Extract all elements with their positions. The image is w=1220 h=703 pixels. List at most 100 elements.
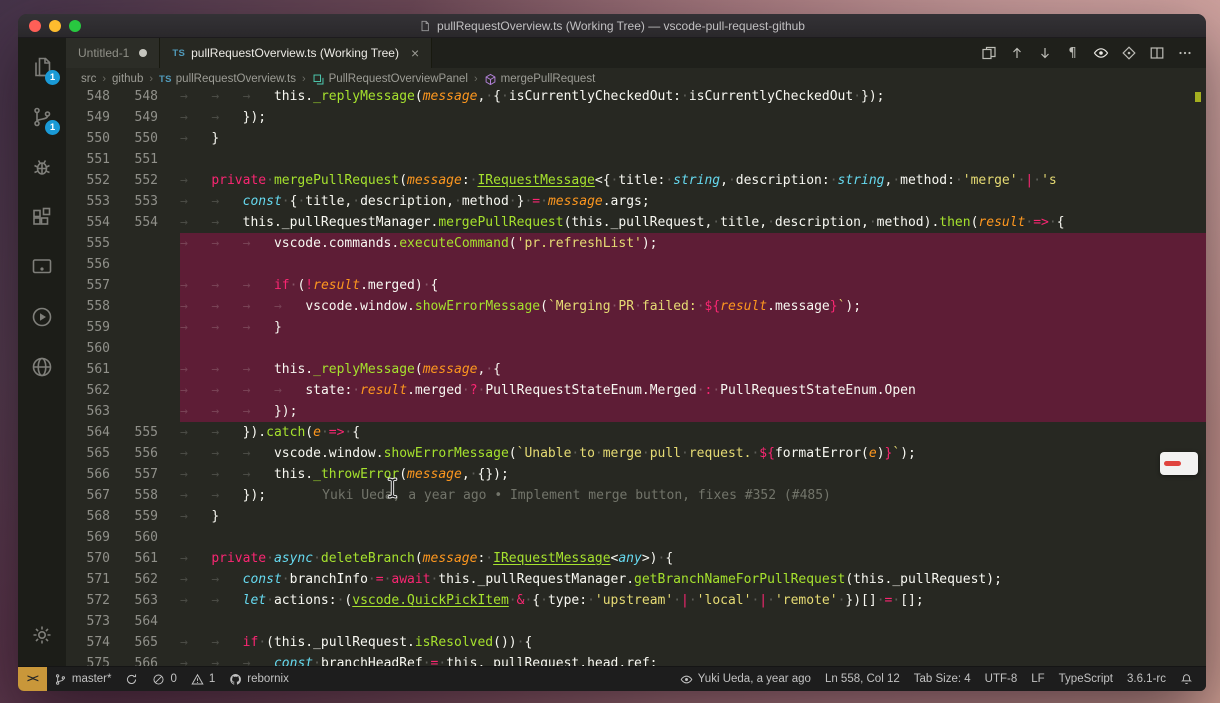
line-number-old[interactable]: 554 xyxy=(66,212,110,233)
activity-debug[interactable] xyxy=(18,142,66,192)
line-number-new[interactable]: 557 xyxy=(110,464,158,485)
status-1[interactable]: 1 xyxy=(184,667,222,691)
activity-source-control[interactable]: 1 xyxy=(18,92,66,142)
close-tab-icon[interactable]: × xyxy=(411,46,419,60)
breadcrumb-src[interactable]: src xyxy=(81,73,96,85)
code-line-556[interactable]: 556 xyxy=(66,254,1206,275)
code-line-563[interactable]: 563→→→}); xyxy=(66,401,1206,422)
code-line-570[interactable]: 570561→private·async·deleteBranch(messag… xyxy=(66,548,1206,569)
line-number-new[interactable]: 550 xyxy=(110,128,158,149)
status-3-6-1-rc[interactable]: 3.6.1-rc xyxy=(1120,667,1173,691)
line-number-new[interactable] xyxy=(110,233,158,254)
line-number-old[interactable]: 563 xyxy=(66,401,110,422)
line-number-new[interactable] xyxy=(110,254,158,275)
zoom-window-button[interactable] xyxy=(69,20,81,32)
status-sync-icon[interactable] xyxy=(118,667,145,691)
status-0[interactable]: 0 xyxy=(145,667,183,691)
pilcrow-icon[interactable]: ¶ xyxy=(1061,42,1084,65)
open-changes-icon[interactable] xyxy=(977,42,1000,65)
line-number-new[interactable]: 564 xyxy=(110,611,158,632)
line-number-old[interactable]: 553 xyxy=(66,191,110,212)
line-number-new[interactable]: 561 xyxy=(110,548,158,569)
line-number-new[interactable] xyxy=(110,380,158,401)
status-master[interactable]: master* xyxy=(47,667,119,691)
code-line-558[interactable]: 558→→→→vscode.window.showErrorMessage(`M… xyxy=(66,296,1206,317)
code-line-560[interactable]: 560 xyxy=(66,338,1206,359)
line-number-old[interactable]: 567 xyxy=(66,485,110,506)
line-number-new[interactable] xyxy=(110,275,158,296)
code-line-567[interactable]: 567558→→});Yuki Ueda, a year ago • Imple… xyxy=(66,485,1206,506)
titlebar[interactable]: pullRequestOverview.ts (Working Tree) — … xyxy=(18,14,1206,38)
line-number-old[interactable]: 564 xyxy=(66,422,110,443)
tab-pullrequestoverview[interactable]: TSpullRequestOverview.ts (Working Tree)× xyxy=(160,38,432,68)
activity-run-circle[interactable] xyxy=(18,292,66,342)
line-number-new[interactable]: 554 xyxy=(110,212,158,233)
code-line-548[interactable]: 548548→→→this._replyMessage(message,·{·i… xyxy=(66,90,1206,107)
status-bell-icon[interactable] xyxy=(1173,667,1200,691)
code-line-572[interactable]: 572563→→let·actions:·(vscode.QuickPickIt… xyxy=(66,590,1206,611)
code-line-553[interactable]: 553553→→const·{·title,·description,·meth… xyxy=(66,191,1206,212)
line-number-old[interactable]: 548 xyxy=(66,90,110,107)
breadcrumb-github[interactable]: github xyxy=(112,73,143,85)
line-number-new[interactable]: 559 xyxy=(110,506,158,527)
status-ln-558-col-12[interactable]: Ln 558, Col 12 xyxy=(818,667,907,691)
breadcrumb-pullrequestoverview-ts[interactable]: TSpullRequestOverview.ts xyxy=(159,73,296,85)
line-number-old[interactable]: 555 xyxy=(66,233,110,254)
line-number-old[interactable]: 575 xyxy=(66,653,110,666)
line-number-old[interactable]: 551 xyxy=(66,149,110,170)
line-number-new[interactable]: 553 xyxy=(110,191,158,212)
line-number-old[interactable]: 570 xyxy=(66,548,110,569)
code-line-555[interactable]: 555→→→vscode.commands.executeCommand('pr… xyxy=(66,233,1206,254)
activity-extensions[interactable] xyxy=(18,192,66,242)
line-number-old[interactable]: 574 xyxy=(66,632,110,653)
line-number-old[interactable]: 571 xyxy=(66,569,110,590)
line-number-old[interactable]: 565 xyxy=(66,443,110,464)
activity-explorer[interactable]: 1 xyxy=(18,42,66,92)
close-window-button[interactable] xyxy=(29,20,41,32)
code-line-559[interactable]: 559→→→} xyxy=(66,317,1206,338)
line-number-new[interactable] xyxy=(110,401,158,422)
line-number-new[interactable]: 555 xyxy=(110,422,158,443)
status-tab-size-4[interactable]: Tab Size: 4 xyxy=(907,667,978,691)
status-lf[interactable]: LF xyxy=(1024,667,1051,691)
line-number-new[interactable]: 552 xyxy=(110,170,158,191)
line-number-old[interactable]: 569 xyxy=(66,527,110,548)
line-number-old[interactable]: 562 xyxy=(66,380,110,401)
line-number-old[interactable]: 552 xyxy=(66,170,110,191)
line-number-new[interactable]: 551 xyxy=(110,149,158,170)
compare-icon[interactable] xyxy=(1117,42,1140,65)
line-number-old[interactable]: 550 xyxy=(66,128,110,149)
line-number-new[interactable]: 558 xyxy=(110,485,158,506)
code-line-551[interactable]: 551551 xyxy=(66,149,1206,170)
line-number-new[interactable]: 560 xyxy=(110,527,158,548)
preview-icon[interactable] xyxy=(1089,42,1112,65)
breadcrumb-pullrequestoverviewpanel[interactable]: PullRequestOverviewPanel xyxy=(312,73,468,86)
activity-globe[interactable] xyxy=(18,342,66,392)
activity-screencast[interactable] xyxy=(18,242,66,292)
status-typescript[interactable]: TypeScript xyxy=(1052,667,1120,691)
breadcrumb-mergepullrequest[interactable]: mergePullRequest xyxy=(484,73,596,86)
line-number-new[interactable]: 562 xyxy=(110,569,158,590)
line-number-new[interactable]: 549 xyxy=(110,107,158,128)
line-number-old[interactable]: 568 xyxy=(66,506,110,527)
status-utf-8[interactable]: UTF-8 xyxy=(978,667,1025,691)
line-number-old[interactable]: 573 xyxy=(66,611,110,632)
line-number-old[interactable]: 558 xyxy=(66,296,110,317)
scrollbar-decoration[interactable] xyxy=(1160,452,1198,475)
tab-untitled[interactable]: Untitled-1 xyxy=(66,38,160,68)
breadcrumbs[interactable]: src›github›TSpullRequestOverview.ts›Pull… xyxy=(66,68,1206,90)
line-number-old[interactable]: 557 xyxy=(66,275,110,296)
line-number-old[interactable]: 561 xyxy=(66,359,110,380)
code-line-554[interactable]: 554554→→this._pullRequestManager.mergePu… xyxy=(66,212,1206,233)
code-line-564[interactable]: 564555→→}).catch(e·=>·{ xyxy=(66,422,1206,443)
code-line-565[interactable]: 565556→→→vscode.window.showErrorMessage(… xyxy=(66,443,1206,464)
next-change-icon[interactable] xyxy=(1033,42,1056,65)
line-number-new[interactable] xyxy=(110,359,158,380)
line-number-new[interactable] xyxy=(110,338,158,359)
line-number-new[interactable] xyxy=(110,296,158,317)
line-number-new[interactable]: 566 xyxy=(110,653,158,666)
line-number-new[interactable]: 556 xyxy=(110,443,158,464)
prev-change-icon[interactable] xyxy=(1005,42,1028,65)
minimize-window-button[interactable] xyxy=(49,20,61,32)
line-number-new[interactable]: 565 xyxy=(110,632,158,653)
